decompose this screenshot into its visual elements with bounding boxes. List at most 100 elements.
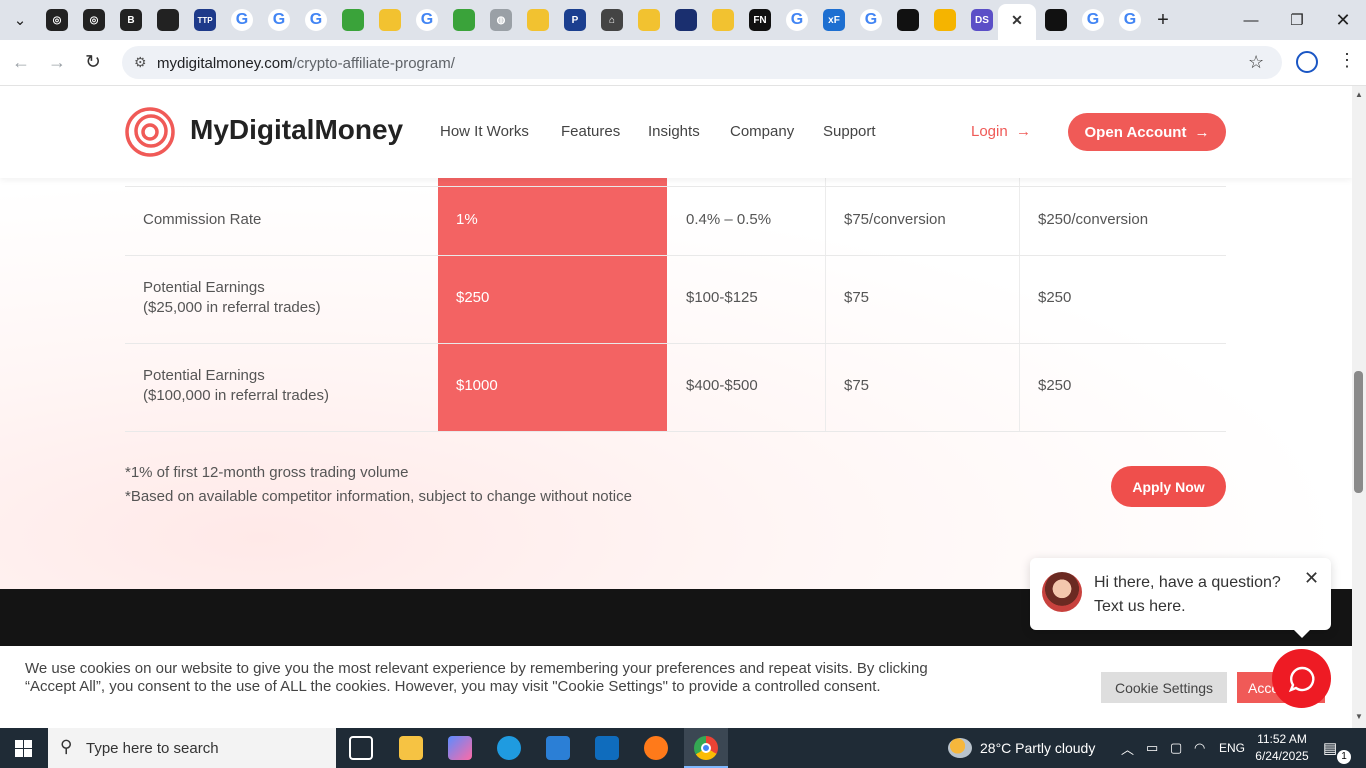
language-indicator[interactable]: ENG xyxy=(1219,728,1245,768)
globe-icon[interactable]: ◍ xyxy=(490,9,512,31)
minimize-icon[interactable]: — xyxy=(1228,0,1274,40)
brand-name[interactable]: MyDigitalMoney xyxy=(190,114,403,146)
apply-now-button[interactable]: Apply Now xyxy=(1111,466,1226,507)
openai-icon[interactable]: ◎ xyxy=(83,9,105,31)
yellow-app-icon[interactable] xyxy=(638,9,660,31)
close-icon[interactable]: ✕ xyxy=(1304,568,1319,589)
open-account-label: Open Account xyxy=(1084,123,1187,141)
clock[interactable]: 11:52 AM 6/24/2025 xyxy=(1254,731,1310,765)
scroll-up-icon[interactable]: ▲ xyxy=(1355,90,1363,99)
edge-icon[interactable] xyxy=(497,736,521,760)
restore-icon[interactable]: ❐ xyxy=(1274,0,1320,40)
login-link[interactable]: Login → xyxy=(971,123,1031,140)
wifi-icon[interactable]: ◠ xyxy=(1194,728,1205,768)
google-icon[interactable]: G xyxy=(305,9,327,31)
table-cell: $100-$125 xyxy=(686,289,758,306)
nav-support[interactable]: Support xyxy=(823,123,876,140)
google-icon[interactable]: G xyxy=(786,9,808,31)
meet-icon[interactable]: ▭ xyxy=(1146,728,1158,768)
url-text[interactable]: mydigitalmoney.com/crypto-affiliate-prog… xyxy=(157,55,455,72)
table-cell: $250 xyxy=(1038,289,1072,306)
yellow-app-icon[interactable] xyxy=(379,9,401,31)
scrollbar-thumb[interactable] xyxy=(1354,371,1363,493)
address-bar[interactable]: ⚙ mydigitalmoney.com/crypto-affiliate-pr… xyxy=(122,46,1282,79)
green-app-icon[interactable] xyxy=(342,9,364,31)
nav-company[interactable]: Company xyxy=(730,123,794,140)
tab-strip: ⌄ ◎ ◎ B TTP G G G G ◍ P ⌂ FN GxF G DS ✕ G G + — ❐ ✕ xyxy=(0,0,1366,40)
warning-icon[interactable] xyxy=(934,9,956,31)
paypal-icon[interactable]: P xyxy=(564,9,586,31)
logo-icon[interactable] xyxy=(124,106,176,158)
forward-icon[interactable]: → xyxy=(48,52,66,73)
chat-line: Text us here. xyxy=(1094,598,1186,615)
cookie-text: We use cookies on our website to give yo… xyxy=(25,660,928,695)
ttp-icon[interactable]: TTP xyxy=(194,9,216,31)
yellow-app-icon[interactable] xyxy=(712,9,734,31)
show-hidden-icons[interactable]: ︿ xyxy=(1121,728,1134,768)
battery-icon[interactable]: ▢ xyxy=(1170,728,1182,768)
table-cell: $400-$500 xyxy=(686,377,758,394)
table-cell: $75 xyxy=(844,377,870,394)
chart-icon[interactable]: ⌂ xyxy=(601,9,623,31)
scroll-down-icon[interactable]: ▼ xyxy=(1355,712,1363,721)
yellow-app-icon[interactable] xyxy=(527,9,549,31)
close-window-icon[interactable]: ✕ xyxy=(1320,0,1366,40)
new-tab-icon[interactable]: + xyxy=(1140,0,1186,40)
google-icon[interactable]: G xyxy=(1082,9,1104,31)
chat-launcher-button[interactable] xyxy=(1272,649,1331,708)
google-icon[interactable]: G xyxy=(1119,9,1141,31)
file-explorer-icon[interactable] xyxy=(399,736,423,760)
blue-app-icon[interactable] xyxy=(675,9,697,31)
green-app-icon[interactable] xyxy=(453,9,475,31)
b-icon[interactable]: B xyxy=(120,9,142,31)
task-view-icon[interactable] xyxy=(349,736,373,760)
outlook-icon[interactable] xyxy=(595,736,619,760)
windows-start-icon[interactable] xyxy=(15,740,32,757)
table-cell: $250 xyxy=(1038,377,1072,394)
weather-widget[interactable]: 28°C Partly cloudy xyxy=(948,728,1095,768)
row-label: Potential Earnings xyxy=(143,367,265,384)
date: 6/24/2025 xyxy=(1255,749,1309,763)
google-icon[interactable]: G xyxy=(268,9,290,31)
cookie-settings-button[interactable]: Cookie Settings xyxy=(1101,672,1227,703)
chrome-taskbar-button[interactable] xyxy=(684,728,728,768)
google-icon[interactable]: G xyxy=(416,9,438,31)
site-header: MyDigitalMoney How It Works Features Ins… xyxy=(0,86,1352,178)
excel-icon[interactable]: xF xyxy=(823,9,845,31)
nav-features[interactable]: Features xyxy=(561,123,620,140)
google-icon[interactable]: G xyxy=(231,9,253,31)
dark-app-icon[interactable] xyxy=(897,9,919,31)
google-icon[interactable]: G xyxy=(860,9,882,31)
nav-how-it-works[interactable]: How It Works xyxy=(440,123,529,140)
dark-app-icon[interactable] xyxy=(1045,9,1067,31)
reload-icon[interactable]: ↻ xyxy=(85,51,101,74)
chat-popup[interactable]: Hi there, have a question? Text us here.… xyxy=(1030,558,1331,638)
web-page: Commission Rate 1% 0.4% – 0.5% $75/conve… xyxy=(0,86,1352,728)
bookmark-star-icon[interactable]: ☆ xyxy=(1248,52,1264,73)
chat-icon xyxy=(1288,666,1314,692)
fn-icon[interactable]: FN xyxy=(749,9,771,31)
search-placeholder: Type here to search xyxy=(86,739,219,757)
row-sublabel: ($100,000 in referral trades) xyxy=(143,387,329,404)
highlight-value: 1% xyxy=(456,211,478,228)
profile-icon[interactable] xyxy=(1296,51,1318,73)
firefox-icon[interactable] xyxy=(644,736,668,760)
open-account-button[interactable]: Open Account → xyxy=(1068,113,1226,151)
active-tab-close-icon[interactable]: ✕ xyxy=(1006,9,1028,31)
openai-icon[interactable]: ◎ xyxy=(46,9,68,31)
weather-text: 28°C Partly cloudy xyxy=(980,740,1096,756)
site-info-icon[interactable]: ⚙ xyxy=(134,54,147,71)
nav-insights[interactable]: Insights xyxy=(648,123,700,140)
copilot-icon[interactable] xyxy=(448,736,472,760)
waveform-icon[interactable] xyxy=(157,9,179,31)
ds-icon[interactable]: DS xyxy=(971,9,993,31)
arrow-right-icon: → xyxy=(1011,123,1032,140)
back-icon[interactable]: ← xyxy=(12,52,30,73)
arrow-right-icon: → xyxy=(1194,123,1210,141)
menu-icon[interactable]: ⋮ xyxy=(1338,50,1356,71)
store-icon[interactable] xyxy=(546,736,570,760)
chat-message: Hi there, have a question? Text us here. xyxy=(1094,571,1281,619)
tab-search-icon[interactable]: ⌄ xyxy=(0,0,40,40)
taskbar-search[interactable]: ⚲ Type here to search xyxy=(48,728,336,768)
notifications-icon[interactable]: ▤ xyxy=(1323,728,1337,768)
